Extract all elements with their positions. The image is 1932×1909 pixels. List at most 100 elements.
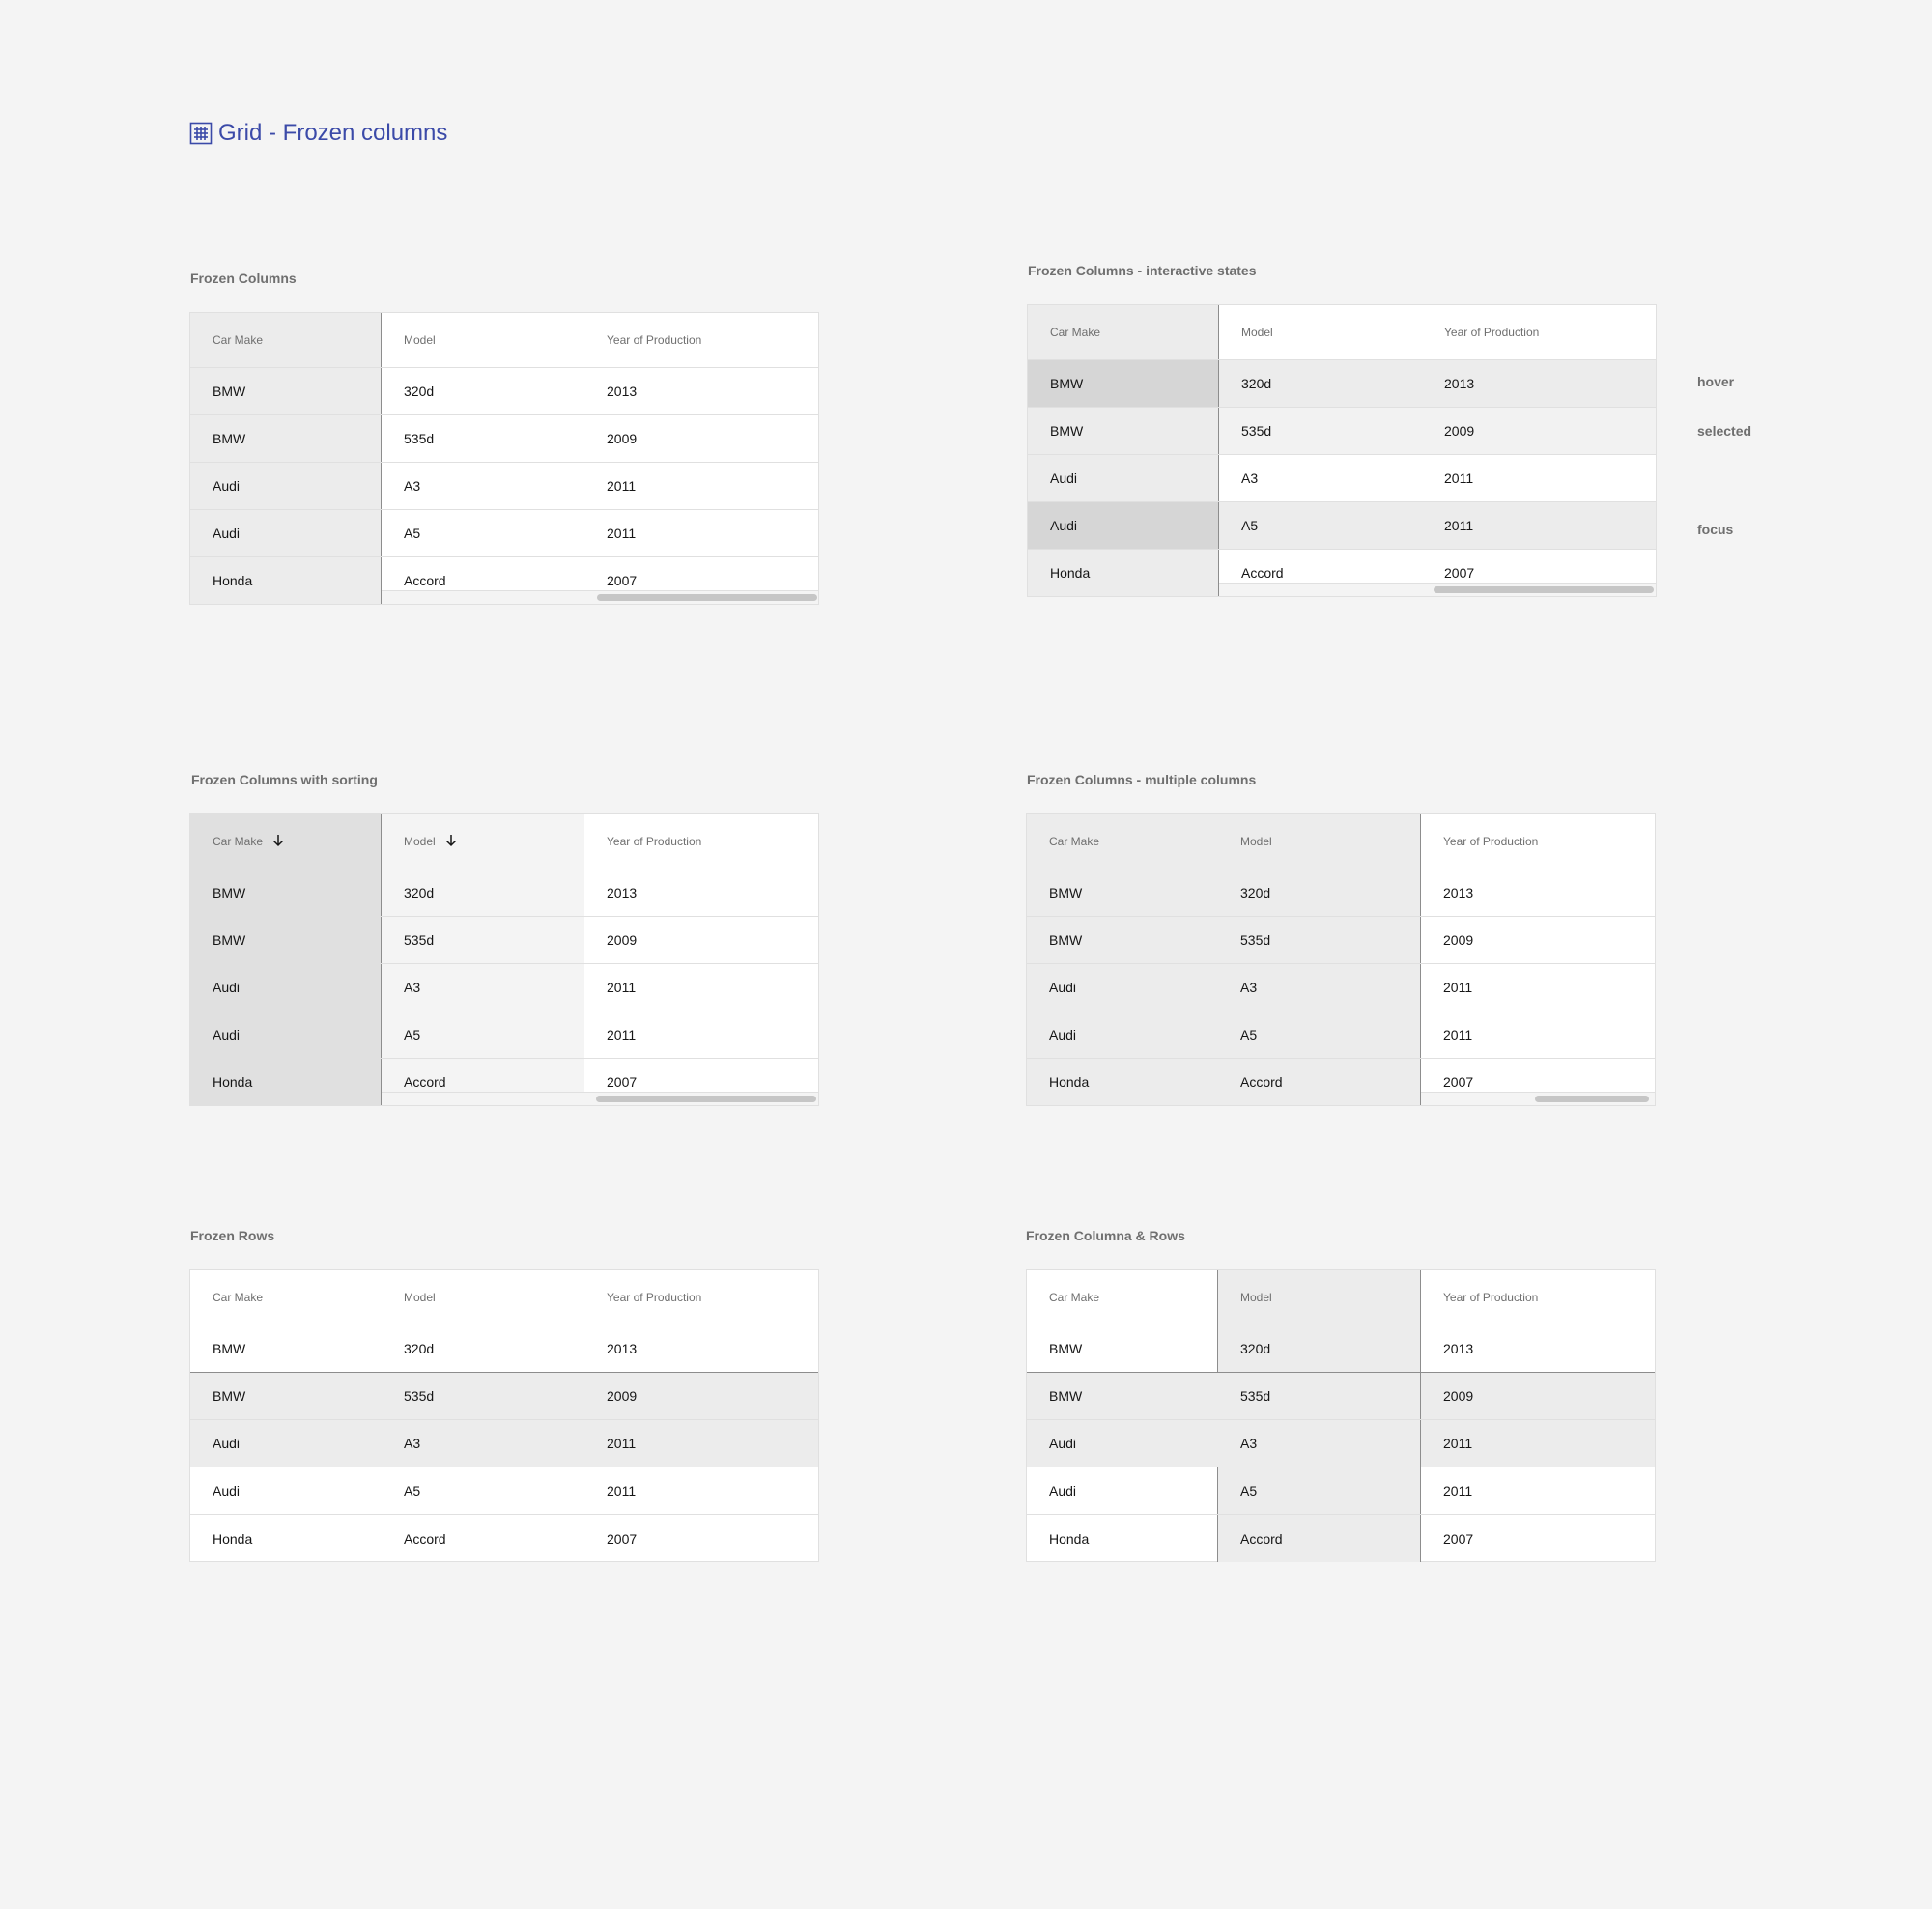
column-header-year[interactable]: Year of Production (1421, 814, 1655, 869)
cell-make: BMW (190, 368, 382, 414)
cell-year: 2013 (584, 1325, 818, 1372)
cell-text: 2007 (607, 1074, 638, 1090)
arrow-down-icon[interactable] (445, 834, 457, 850)
table-row[interactable]: BMW 320d 2013 (1027, 869, 1655, 917)
section-label-with-sorting: Frozen Columns with sorting (191, 772, 378, 787)
cell-year: 2013 (584, 368, 818, 414)
column-header-model[interactable]: Model (1218, 1270, 1421, 1325)
column-header-model[interactable]: Model (382, 313, 584, 367)
table-row[interactable]: Audi A5 2011 (190, 1011, 818, 1059)
column-header-year[interactable]: Year of Production (584, 1270, 818, 1325)
table-row[interactable]: Audi A5 2011 (1027, 1467, 1655, 1515)
cell-text: 320d (1240, 885, 1271, 900)
horizontal-scrollbar[interactable] (382, 590, 818, 604)
column-header-make[interactable]: Car Make (190, 814, 382, 869)
cell-text: Audi (1049, 1027, 1077, 1042)
cell-make: BMW (190, 1325, 382, 1372)
table-row[interactable]: BMW 535d 2009 (190, 1373, 818, 1420)
table-row[interactable]: BMW 320d 2013 (1028, 360, 1656, 408)
cell-make: BMW (1028, 360, 1219, 407)
table-row[interactable]: BMW 535d 2009 (1027, 1373, 1655, 1420)
column-header-year[interactable]: Year of Production (584, 814, 818, 869)
cell-text: Audi (1050, 470, 1078, 486)
table-row[interactable]: Audi A5 2011 (1028, 502, 1656, 550)
cell-text: 2009 (1443, 932, 1474, 948)
cell-text: A5 (1241, 518, 1259, 533)
column-header-model[interactable]: Model (382, 1270, 584, 1325)
cell-text: A5 (1240, 1027, 1258, 1042)
cell-text: 535d (404, 431, 435, 446)
cell-make: Audi (190, 1467, 382, 1514)
cell-make: BMW (190, 869, 382, 916)
table-row[interactable]: Honda Accord 2007 (190, 1515, 818, 1562)
table-row[interactable]: Audi A3 2011 (1027, 964, 1655, 1011)
table-row[interactable]: Audi A5 2011 (190, 1467, 818, 1515)
table-row[interactable]: Audi A3 2011 (190, 1420, 818, 1467)
table-row[interactable]: BMW 535d 2009 (190, 415, 818, 463)
cell-text: 320d (1240, 1341, 1271, 1356)
table-row[interactable]: Audi A5 2011 (1027, 1011, 1655, 1059)
cell-text: 2011 (607, 526, 637, 541)
table-row[interactable]: BMW 320d 2013 (190, 368, 818, 415)
cell-text: Audi (213, 526, 241, 541)
cell-make: BMW (190, 415, 382, 462)
cell-model: Accord (382, 1515, 584, 1562)
horizontal-scrollbar[interactable] (382, 1092, 818, 1105)
cell-make: Audi (1027, 1467, 1218, 1514)
column-header-make[interactable]: Car Make (190, 1270, 382, 1325)
cell-text: Audi (213, 980, 241, 995)
table-row[interactable]: BMW 535d 2009 (190, 917, 818, 964)
table-row[interactable]: Audi A3 2011 (190, 463, 818, 510)
cell-text: 2007 (607, 573, 638, 588)
scrollbar-thumb[interactable] (1535, 1096, 1649, 1102)
column-header-make[interactable]: Car Make (190, 313, 382, 367)
table-row[interactable]: BMW 320d 2013 (190, 1325, 818, 1373)
scrollbar-thumb[interactable] (597, 594, 817, 601)
column-header-year[interactable]: Year of Production (1421, 1270, 1655, 1325)
cell-text: A5 (404, 1483, 421, 1498)
cell-make: Audi (190, 1011, 382, 1058)
cell-text: Accord (1240, 1530, 1283, 1547)
table-row[interactable]: BMW 320d 2013 (190, 869, 818, 917)
table-row[interactable]: Audi A3 2011 (1028, 455, 1656, 502)
cell-text: Accord (1241, 565, 1284, 581)
table-row[interactable]: Honda Accord 2007 (1027, 1515, 1655, 1562)
cell-make: Audi (190, 463, 382, 509)
table-row[interactable]: BMW 320d 2013 (1027, 1325, 1655, 1373)
cell-text: Honda (1050, 565, 1091, 581)
table-row[interactable]: Audi A3 2011 (1027, 1420, 1655, 1467)
cell-year: 2013 (584, 869, 818, 916)
cell-text: 320d (404, 885, 435, 900)
horizontal-scrollbar[interactable] (1219, 583, 1656, 596)
column-header-make[interactable]: Car Make (1028, 305, 1219, 359)
column-header-year[interactable]: Year of Production (584, 313, 818, 367)
table-row[interactable]: BMW 535d 2009 (1028, 408, 1656, 455)
column-header-model[interactable]: Model (1218, 814, 1421, 869)
cell-make: BMW (1027, 917, 1218, 963)
cell-text: BMW (1049, 885, 1083, 900)
grid-with-sorting: Car Make Model Year of Production BMW 320d 20… (189, 813, 819, 1106)
header-row: Car Make Model Year of Production (1028, 305, 1656, 360)
cell-model: 535d (1218, 1373, 1421, 1419)
column-header-label: Year of Production (607, 1291, 702, 1304)
cell-text: 2013 (1443, 885, 1474, 900)
cell-text: Honda (1049, 1530, 1090, 1547)
horizontal-scrollbar[interactable] (1421, 1092, 1655, 1105)
column-header-year[interactable]: Year of Production (1422, 305, 1656, 359)
column-header-model[interactable]: Model (382, 814, 584, 869)
cell-text: A3 (404, 980, 421, 995)
table-row[interactable]: BMW 535d 2009 (1027, 917, 1655, 964)
column-header-label: Car Make (213, 1291, 264, 1304)
cell-year: 2011 (584, 463, 818, 509)
table-row[interactable]: Audi A5 2011 (190, 510, 818, 557)
column-header-make[interactable]: Car Make (1027, 814, 1218, 869)
arrow-down-icon[interactable] (272, 834, 284, 850)
table-row[interactable]: Audi A3 2011 (190, 964, 818, 1011)
cell-text: 2007 (1444, 565, 1475, 581)
scrollbar-thumb[interactable] (1434, 586, 1654, 593)
cell-text: BMW (1050, 376, 1084, 391)
column-header-model[interactable]: Model (1219, 305, 1422, 359)
scrollbar-thumb[interactable] (596, 1096, 816, 1102)
column-header-make[interactable]: Car Make (1027, 1270, 1218, 1325)
cell-make: Audi (1027, 1420, 1218, 1467)
